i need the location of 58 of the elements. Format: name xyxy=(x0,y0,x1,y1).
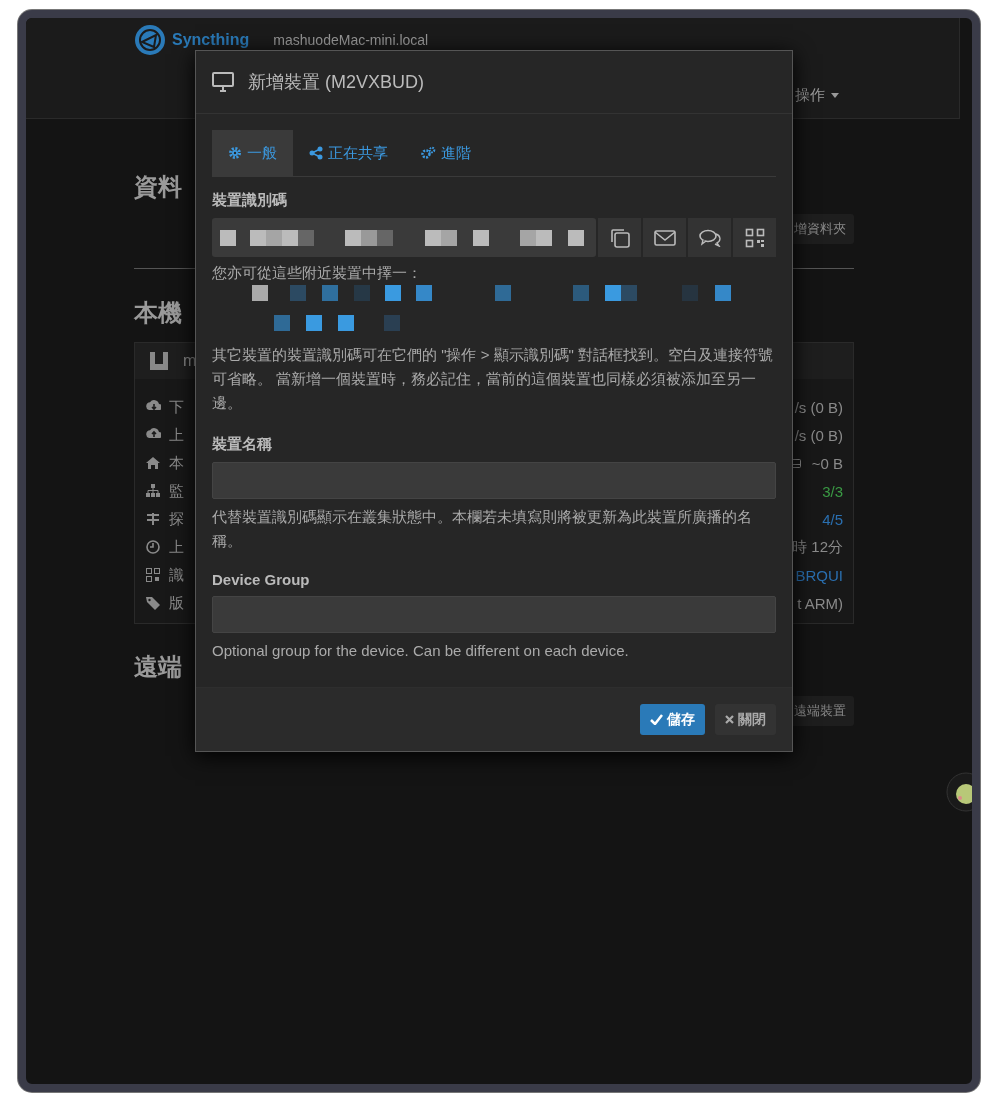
gear-icon xyxy=(228,146,242,160)
row-value: t ARM) xyxy=(797,594,843,612)
tab[interactable]: 正在共享 xyxy=(293,130,404,176)
network-icon xyxy=(145,483,161,499)
save-button[interactable]: 儲存 xyxy=(640,704,705,735)
device-icon xyxy=(149,351,169,371)
tab[interactable]: 進階 xyxy=(404,130,487,176)
help-text: 代替裝置識別碼顯示在叢集狀態中。本欄若未填寫則將被更新為此裝置所廣播的名稱。 xyxy=(212,507,753,551)
row-label: 上 xyxy=(169,425,184,445)
nearby-devices-hint: 您亦可從這些附近裝置中擇一： xyxy=(212,263,423,283)
help-text: Optional group for the device. Can be different on each device. xyxy=(212,641,630,661)
tab[interactable]: 一般 xyxy=(212,130,293,176)
row-label: 識 xyxy=(169,565,184,585)
signpost-icon xyxy=(145,511,161,527)
device-name-field[interactable] xyxy=(212,462,776,499)
row-value: ~0 B xyxy=(811,454,843,472)
field-label: 裝置識別碼 xyxy=(212,191,288,210)
section-heading: 資料 xyxy=(134,172,182,202)
device-group-field[interactable] xyxy=(212,596,776,633)
device-id-field[interactable] xyxy=(212,218,596,257)
hostname: mashuodeMac-mini.local xyxy=(273,32,429,48)
row-value: /s (0 B) xyxy=(794,426,843,444)
help-text: 其它裝置的裝置識別碼可在它們的 "操作 > 顯示識別碼" 對話框找到。空白及連接符號可省略。 當新增一個裝置時，務必記住，當前的這個裝置也同樣必須被添加至另一邊。 xyxy=(212,345,775,413)
row-value: 時 12分 xyxy=(792,537,843,557)
monitor-icon xyxy=(212,72,234,92)
device-name: m xyxy=(183,352,197,370)
avatar-icon[interactable] xyxy=(946,772,972,812)
section-heading: 本機 xyxy=(134,298,182,328)
mail-icon[interactable] xyxy=(643,218,686,257)
dialog-title: 新增裝置 (M2VXBUD) xyxy=(248,71,424,94)
qr-code-icon xyxy=(145,567,161,583)
field-label: Device Group xyxy=(212,571,311,588)
tag-icon xyxy=(145,595,161,611)
field-label: 裝置名稱 xyxy=(212,435,273,454)
home-icon xyxy=(145,455,161,471)
clock-icon xyxy=(145,539,161,555)
chat-icon[interactable] xyxy=(688,218,731,257)
row-label: 下 xyxy=(169,397,184,417)
row-value: /s (0 B) xyxy=(794,398,843,416)
row-label: 本 xyxy=(169,453,184,473)
close-icon xyxy=(725,715,734,724)
qr-code-icon[interactable] xyxy=(733,218,776,257)
row-label: 上 xyxy=(169,537,184,557)
caret-icon xyxy=(831,93,839,98)
check-icon xyxy=(650,714,663,725)
copy-icon[interactable] xyxy=(598,218,641,257)
row-value: 3/3 xyxy=(822,482,843,500)
share-icon xyxy=(309,146,323,160)
row-label: 監 xyxy=(169,481,184,501)
close-button[interactable]: 關閉 xyxy=(715,704,776,735)
gears-icon xyxy=(420,146,436,160)
brand-logo[interactable]: Syncthing xyxy=(134,24,250,56)
row-label: 版 xyxy=(169,593,184,613)
row-label: 探 xyxy=(169,509,184,529)
section-heading: 遠端 xyxy=(134,652,182,682)
row-value: BRQUI xyxy=(795,566,843,584)
row-value: 4/5 xyxy=(822,510,843,528)
actions-menu[interactable]: 操作 xyxy=(795,86,839,105)
